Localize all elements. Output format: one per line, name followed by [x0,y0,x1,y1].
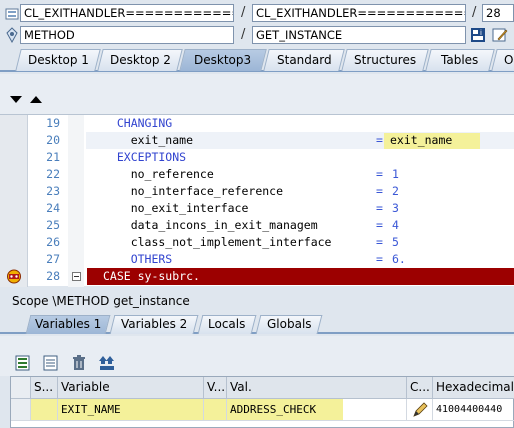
row-selector-header[interactable] [11,377,31,399]
column-header-variable[interactable]: Variable [58,377,204,399]
code-operator: = [376,201,383,215]
line-number: 21 [46,150,60,164]
include-field[interactable]: CL_EXITHANDLER=============== [252,4,466,22]
line-number: 26 [46,235,60,249]
variables-toolbar [0,336,514,376]
variables-table: S... Variable V... Val. C... Hexadecimal… [10,376,514,428]
code-value: 4 [392,218,399,232]
change-layout-icon[interactable] [42,354,60,372]
code-operator: = [376,218,383,232]
code-line: 27 OTHERS = 6. [0,251,514,268]
line-number: 19 [46,116,60,130]
tab-desktop-2[interactable]: Desktop 2 [97,49,183,71]
column-header-value[interactable]: Val. [227,377,407,399]
column-header-hex[interactable]: Hexadecimal V [433,377,514,399]
code-value: 5 [392,235,399,249]
tab-variables-2[interactable]: Variables 2 [109,315,199,334]
code-text: no_reference [103,167,214,181]
cell-variable[interactable]: EXIT_NAME [58,399,204,421]
line-number: 28 [46,269,60,283]
code-line: 24 no_exit_interface = 3 [0,200,514,217]
tab-standard[interactable]: Standard [263,49,345,71]
cell-v [204,399,227,421]
current-statement-line: 28 CASE sy-subrc. [0,268,514,285]
svg-text:i: i [480,29,482,37]
tab-tables[interactable]: Tables [425,49,495,71]
scope-label: Scope \METHOD get_instance [12,294,190,308]
object-icon [4,6,20,22]
variables-tabstrip: Variables 1 Variables 2 Locals Globals [0,314,514,334]
code-operator: = [376,133,383,147]
line-number: 20 [46,133,60,147]
program-field[interactable]: CL_EXITHANDLER=============== [20,4,234,22]
line-number: 25 [46,218,60,232]
code-value: 2 [392,184,399,198]
debugger-position-icon [4,268,24,285]
separator: / [472,5,477,20]
column-header-v[interactable]: V... [204,377,227,399]
arrow-down-icon[interactable] [10,96,22,104]
delete-icon[interactable] [70,354,88,372]
collapse-icon[interactable] [72,272,81,281]
code-operator: = [376,235,383,249]
separator: / [241,27,246,42]
event-name-field[interactable]: GET_INSTANCE [252,26,466,44]
code-text: data_incons_in_exit_managem [103,218,318,232]
tab-locals[interactable]: Locals [197,315,257,334]
code-value: 3 [392,201,399,215]
code-text: no_interface_reference [103,184,284,198]
edit-object-icon[interactable] [492,27,508,43]
tab-structures[interactable]: Structures [341,49,429,71]
code-line: 22 no_reference = 1 [0,166,514,183]
tab-desktop-1[interactable]: Desktop 1 [15,49,101,71]
cell-status [31,399,58,421]
tab-globals[interactable]: Globals [255,315,323,334]
code-text: OTHERS [103,252,173,266]
details-icon[interactable] [14,354,32,372]
code-value: 1 [392,167,399,181]
code-line: 25 data_incons_in_exit_managem = 4 [0,217,514,234]
code-line: 26 class_not_implement_interface = 5 [0,234,514,251]
sort-icon[interactable] [98,354,116,372]
split-controls-bar [0,74,514,114]
code-text: CHANGING [103,116,173,130]
cell-change[interactable] [407,399,433,421]
line-number: 23 [46,184,60,198]
cell-value[interactable]: ADDRESS_CHECK [227,399,343,421]
desktop-tabstrip: Desktop 1 Desktop 2 Desktop3 Standard St… [0,48,514,72]
arrow-up-icon[interactable] [30,96,42,104]
display-object-icon[interactable]: i [470,27,486,43]
column-header-status[interactable]: S... [31,377,58,399]
code-line: 19 CHANGING [0,115,514,132]
code-operator: = [376,252,383,266]
cell-value-fill [343,399,407,421]
tab-variables-1[interactable]: Variables 1 [25,315,111,334]
method-icon [4,27,20,44]
line-number: 24 [46,201,60,215]
line-number: 22 [46,167,60,181]
column-header-change[interactable]: C... [407,377,433,399]
code-text: exit_name [103,133,194,147]
code-text: EXCEPTIONS [103,150,187,164]
code-operator: = [376,184,383,198]
source-code-view[interactable]: 19 CHANGING 20 exit_name = exit_name 21 … [0,114,514,287]
cell-hex: 41004400440 [433,399,514,421]
code-value: 6. [392,252,406,266]
code-line: 23 no_interface_reference = 2 [0,183,514,200]
tab-desktop-3[interactable]: Desktop3 [179,49,267,71]
row-selector[interactable] [11,399,31,421]
code-text: CASE sy-subrc. [103,269,200,283]
code-line: 21 EXCEPTIONS [0,149,514,166]
line-number: 27 [46,252,60,266]
code-text: no_exit_interface [103,201,249,215]
code-operator: = [376,167,383,181]
line-number-field[interactable]: 28 [482,4,514,22]
code-line: 20 exit_name = exit_name [0,132,514,149]
variable-exit-name[interactable]: exit_name [390,132,452,149]
code-text: class_not_implement_interface [103,235,332,249]
pencil-icon[interactable] [412,402,428,418]
separator: / [241,5,246,20]
tab-objects[interactable]: O [491,49,514,71]
event-type-field[interactable]: METHOD [20,26,234,44]
